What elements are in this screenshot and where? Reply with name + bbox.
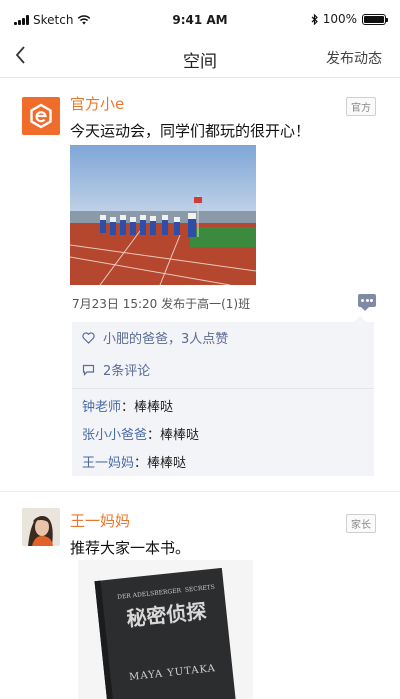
role-badge: 家长 [346, 514, 376, 533]
comment-item[interactable]: 钟老师：棒棒哒 [82, 396, 173, 415]
panel-divider [72, 388, 374, 389]
comment-item[interactable]: 张小小爸爸：棒棒哒 [82, 424, 199, 443]
likes-row[interactable]: 小肥的爸爸，3人点赞 [82, 328, 228, 347]
status-right: 100% [311, 12, 388, 26]
comment-icon [82, 364, 95, 376]
comments-count-text: 2条评论 [103, 364, 151, 379]
interaction-panel: 小肥的爸爸，3人点赞 2条评论 钟老师：棒棒哒 张小小爸爸：棒棒哒 王一妈妈：棒… [72, 316, 374, 476]
book-cover-image[interactable]: DER ADELSBERGER SECRETS 秘密侦探 MAYA YUTAKA [78, 560, 253, 699]
post-divider [0, 491, 400, 492]
commenter-name[interactable]: 王一妈妈 [82, 456, 134, 471]
user-avatar[interactable] [22, 508, 60, 546]
post-text: 推荐大家一本书。 [70, 539, 191, 557]
post-meta: 7月23日 15:20 发布于高一(1)班 [72, 297, 251, 311]
nav-bar: 空间 发布动态 [0, 40, 400, 78]
commenter-name[interactable]: 钟老师 [82, 400, 121, 415]
commenter-name[interactable]: 张小小爸爸 [82, 428, 147, 443]
comment-text: 棒棒哒 [147, 456, 187, 471]
status-bar: Sketch 9:41 AM 100% [0, 0, 400, 40]
comment-separator: ： [134, 456, 148, 471]
heart-icon [82, 331, 95, 344]
sports-day-photo[interactable] [70, 145, 256, 285]
bluetooth-icon [311, 13, 318, 25]
battery-percent: 100% [322, 12, 357, 26]
battery-icon [362, 13, 388, 25]
comment-item[interactable]: 王一妈妈：棒棒哒 [82, 452, 186, 471]
publish-post-button[interactable]: 发布动态 [326, 48, 382, 68]
e-logo-icon [30, 103, 52, 129]
likes-text: 小肥的爸爸，3人点赞 [103, 332, 229, 347]
comment-bubble-icon[interactable] [358, 294, 376, 311]
post-author-name[interactable]: 王一妈妈 [70, 510, 130, 531]
comment-separator: ： [121, 400, 135, 415]
comment-text: 棒棒哒 [134, 400, 174, 415]
comments-count-row[interactable]: 2条评论 [82, 360, 150, 379]
role-badge: 官方 [346, 97, 376, 116]
official-logo-avatar[interactable] [22, 97, 60, 135]
post-author-name[interactable]: 官方小e [70, 93, 124, 114]
comment-text: 棒棒哒 [160, 428, 200, 443]
comment-separator: ： [147, 428, 161, 443]
post-text: 今天运动会，同学们都玩的很开心！ [70, 122, 311, 140]
